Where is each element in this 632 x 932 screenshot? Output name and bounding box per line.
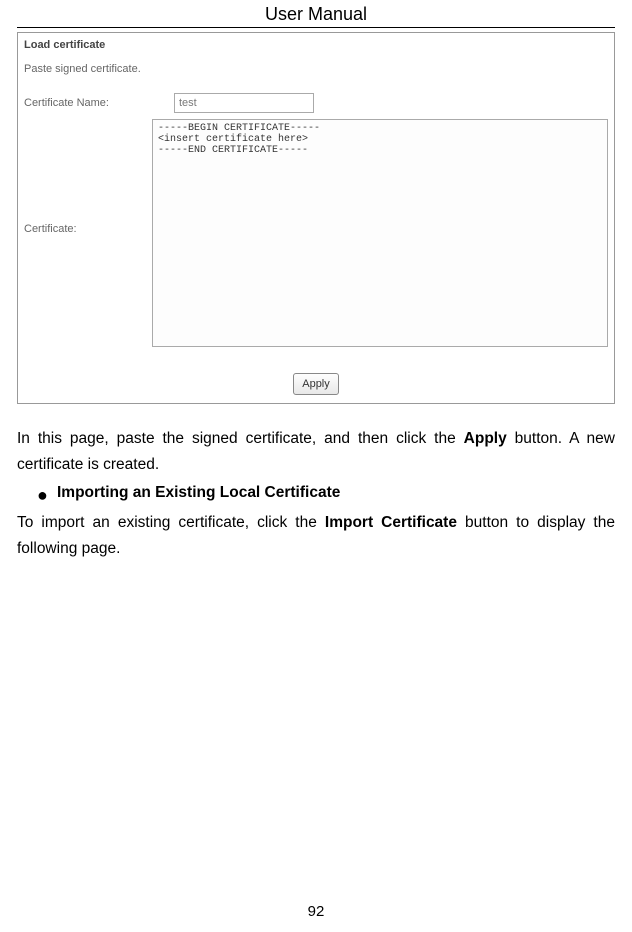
certificate-name-input[interactable]: [174, 93, 314, 113]
para2-text: To import an existing certificate, click…: [17, 514, 325, 531]
section-subtitle: Paste signed certificate.: [24, 63, 141, 75]
bullet-text: Importing an Existing Local Certificate: [57, 480, 340, 510]
certificate-textarea[interactable]: [152, 119, 608, 347]
bullet-dot-icon: ●: [17, 480, 57, 510]
import-certificate-bold: Import Certificate: [325, 514, 457, 531]
page-header: User Manual: [17, 0, 615, 28]
certificate-label: Certificate:: [24, 223, 77, 235]
section-title: Load certificate: [24, 39, 105, 51]
bullet-item: ● Importing an Existing Local Certificat…: [17, 480, 615, 510]
page-number: 92: [0, 903, 632, 920]
apply-bold: Apply: [464, 430, 507, 447]
paragraph-2: To import an existing certificate, click…: [17, 510, 615, 562]
paragraph-1: In this page, paste the signed certifica…: [17, 426, 615, 478]
para1-text: In this page, paste the signed certifica…: [17, 430, 464, 447]
apply-button[interactable]: Apply: [293, 373, 339, 395]
certificate-name-label: Certificate Name:: [24, 97, 109, 109]
load-certificate-screenshot: Load certificate Paste signed certificat…: [17, 32, 615, 404]
